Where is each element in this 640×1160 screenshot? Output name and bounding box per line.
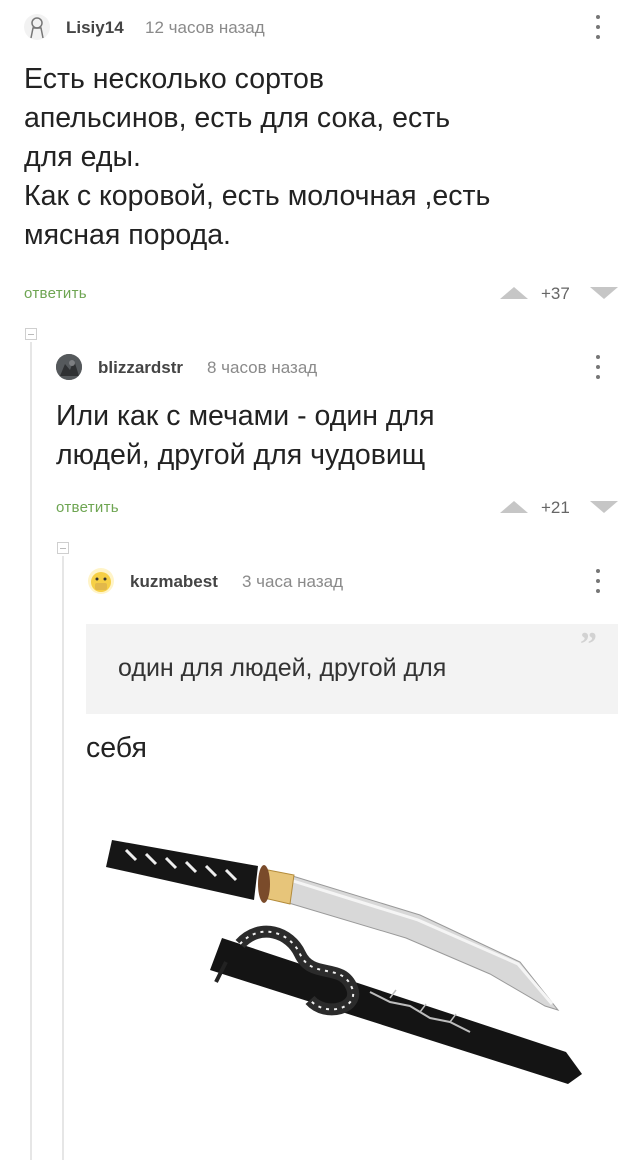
collapse-toggle-icon[interactable] — [57, 542, 69, 554]
upvote-icon[interactable] — [500, 286, 528, 300]
avatar[interactable] — [24, 14, 50, 40]
kebab-menu-icon[interactable] — [588, 352, 608, 382]
comment-line: для еды. — [24, 141, 141, 173]
thread-line — [62, 556, 64, 1160]
reply-button[interactable]: ответить — [24, 285, 87, 302]
comment-line: Как с коровой, есть молочная ,есть — [24, 180, 491, 212]
comment-line: людей, другой для чудовищ — [56, 439, 426, 471]
comment-line: мясная порода. — [24, 219, 231, 251]
rating-count: +21 — [541, 498, 570, 517]
comment-timestamp: 8 часов назад — [207, 358, 318, 377]
comment-line: Или как с мечами - один для — [56, 400, 435, 432]
comment-quote: один для людей, другой для — [118, 654, 447, 682]
downvote-icon[interactable] — [590, 286, 618, 300]
upvote-icon[interactable] — [500, 500, 528, 514]
sword-image[interactable] — [90, 812, 610, 1112]
comment-timestamp: 3 часа назад — [242, 572, 343, 591]
avatar[interactable] — [56, 354, 82, 380]
comment-line: Есть несколько сортов — [24, 63, 325, 95]
kebab-menu-icon[interactable] — [588, 12, 608, 42]
comment-author[interactable]: kuzmabest — [130, 572, 218, 592]
avatar[interactable] — [88, 568, 114, 594]
comment-line: апельсинов, есть для сока, есть — [24, 102, 451, 134]
rating-count: +37 — [541, 284, 570, 303]
comment-body: Есть несколько сортов апельсинов, есть д… — [24, 60, 624, 255]
comment-author[interactable]: blizzardstr — [98, 358, 183, 378]
quote-block: один для людей, другой для ” — [86, 624, 618, 714]
quote-marks-icon: ” — [580, 626, 597, 663]
comment-body: Или как с мечами - один для людей, друго… — [56, 397, 626, 475]
collapse-toggle-icon[interactable] — [25, 328, 37, 340]
reply-button[interactable]: ответить — [56, 499, 119, 516]
comment-timestamp: 12 часов назад — [145, 18, 265, 37]
comment-text: себя — [86, 732, 147, 764]
comment-author[interactable]: Lisiy14 — [66, 18, 124, 38]
thread-line — [30, 342, 32, 1160]
downvote-icon[interactable] — [590, 500, 618, 514]
kebab-menu-icon[interactable] — [588, 566, 608, 596]
